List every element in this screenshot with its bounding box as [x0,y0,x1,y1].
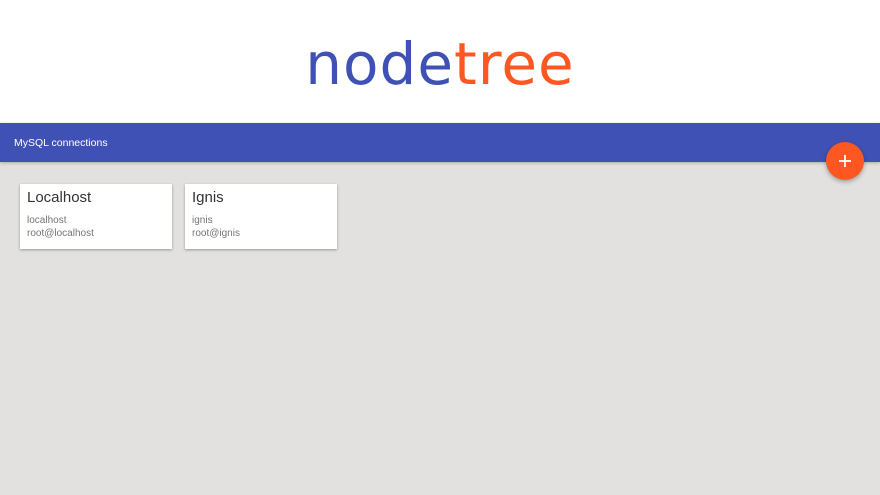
add-connection-button[interactable] [826,142,864,180]
app-logo: nodetree [0,24,880,104]
logo-part-tree: tree [454,30,575,98]
connection-name: Ignis [192,189,224,206]
toolbar-title: MySQL connections [14,137,108,149]
logo-part-node: node [305,30,455,98]
connection-card-localhost[interactable]: Localhost localhost root@localhost [20,184,172,249]
connection-user: root@localhost [27,228,94,239]
header: nodetree [0,0,880,123]
connection-host: localhost [27,215,67,226]
connection-card-ignis[interactable]: Ignis ignis root@ignis [185,184,337,249]
plus-icon [839,155,851,167]
connection-name: Localhost [27,189,92,206]
connection-user: root@ignis [192,228,240,239]
toolbar: MySQL connections [0,123,880,162]
connection-host: ignis [192,215,213,226]
